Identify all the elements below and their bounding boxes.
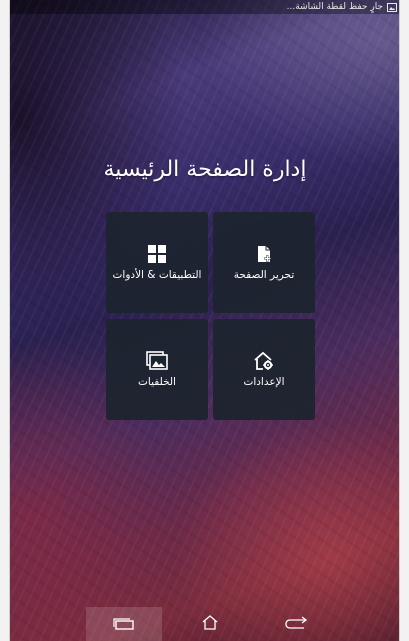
screenshot-notice-text: جارٍ حفظ لقطة الشاشة... — [286, 2, 383, 12]
wallpaper-icon — [146, 351, 168, 371]
left-frame-line — [9, 0, 10, 641]
home-button[interactable] — [172, 607, 248, 641]
right-edge — [400, 0, 409, 641]
apps-widgets-tile[interactable]: التطبيقات & الأدوات — [106, 212, 208, 313]
left-edge — [0, 0, 9, 641]
edit-page-tile[interactable]: تحرير الصفحة — [213, 212, 315, 313]
page-title: إدارة الصفحة الرئيسية — [103, 157, 307, 182]
settings-tile[interactable]: الإعدادات — [213, 319, 315, 420]
home-settings-icon — [253, 351, 275, 371]
settings-label: الإعدادات — [243, 376, 285, 388]
edit-page-label: تحرير الصفحة — [233, 269, 295, 281]
home-screen: جارٍ حفظ لقطة الشاشة... إدارة الصفحة الر… — [0, 0, 409, 641]
wallpapers-tile[interactable]: الخلفيات — [106, 319, 208, 420]
screenshot-notice: جارٍ حفظ لقطة الشاشة... — [287, 0, 397, 14]
edit-page-icon — [254, 244, 274, 264]
navigation-bar — [10, 607, 399, 641]
home-icon — [201, 614, 219, 634]
status-bar: جارٍ حفظ لقطة الشاشة... — [10, 0, 399, 14]
screenshot-icon — [387, 2, 397, 12]
grid-icon — [147, 244, 167, 264]
wallpapers-label: الخلفيات — [138, 376, 176, 388]
back-icon — [284, 615, 308, 634]
right-frame-line — [399, 0, 400, 641]
recents-icon — [113, 615, 135, 634]
apps-widgets-label: التطبيقات & الأدوات — [112, 269, 202, 281]
back-button[interactable] — [258, 607, 334, 641]
recents-button[interactable] — [86, 607, 162, 641]
